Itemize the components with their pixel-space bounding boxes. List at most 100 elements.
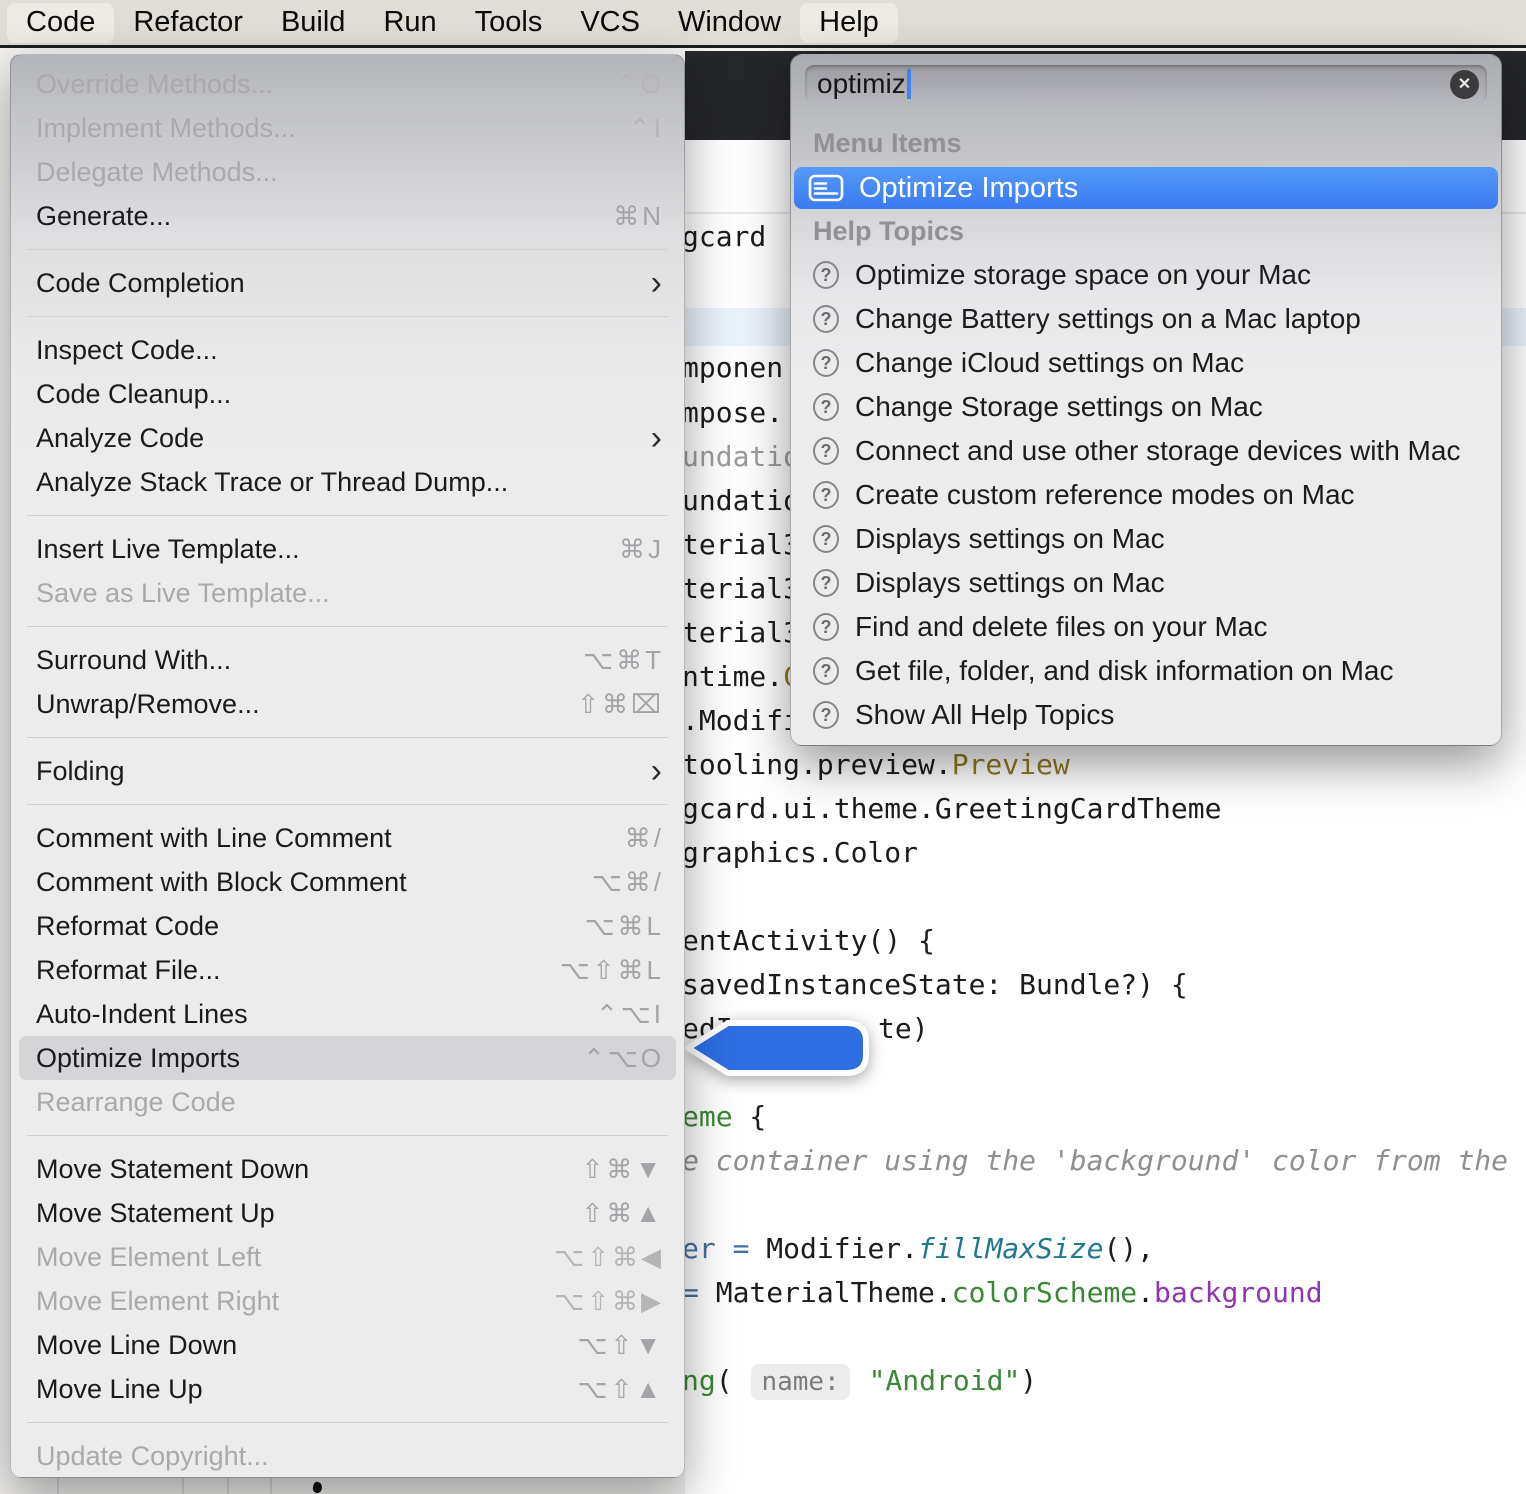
- menu-item-shortcut: ⌥⇧▼: [578, 1330, 664, 1361]
- menubar-item-refactor[interactable]: Refactor: [114, 3, 262, 43]
- help-topic-get-file-folder-and-disk-information-on-mac[interactable]: ?Get file, folder, and disk information …: [791, 649, 1501, 693]
- code-line: te): [878, 1012, 929, 1046]
- question-mark-icon: ?: [813, 701, 839, 729]
- menu-item-label: Move Statement Down: [36, 1154, 581, 1185]
- menu-item-label: Move Line Down: [36, 1330, 578, 1361]
- code-menu-item-move-statement-up[interactable]: Move Statement Up⇧⌘▲: [11, 1191, 684, 1235]
- menu-item-label: Inspect Code...: [36, 335, 664, 366]
- help-topic-label: Create custom reference modes on Mac: [855, 479, 1355, 511]
- code-line: terial3: [682, 616, 800, 650]
- menu-item-shortcut: ⌃⌥I: [596, 999, 664, 1030]
- help-topic-displays-settings-on-mac[interactable]: ?Displays settings on Mac: [791, 561, 1501, 605]
- code-line: e container using the 'background' color…: [682, 1144, 1526, 1178]
- help-topic-create-custom-reference-modes-on-mac[interactable]: ? Create custom reference modes on Mac: [791, 473, 1501, 517]
- code-menu-item-code-completion[interactable]: Code Completion›: [11, 261, 684, 305]
- menubar-item-run[interactable]: Run: [364, 3, 455, 43]
- menu-item-label: Unwrap/Remove...: [36, 689, 577, 720]
- code-menu-item-optimize-imports[interactable]: Optimize Imports⌃⌥O: [19, 1036, 676, 1080]
- code-menu-item-reformat-code[interactable]: Reformat Code⌥⌘L: [11, 904, 684, 948]
- help-search-field[interactable]: optimiz ✕: [805, 65, 1487, 103]
- help-topic-label: Find and delete files on your Mac: [855, 611, 1267, 643]
- code-menu-item-comment-with-block-comment[interactable]: Comment with Block Comment⌥⌘/: [11, 860, 684, 904]
- code-menu-item-insert-live-template[interactable]: Insert Live Template...⌘J: [11, 527, 684, 571]
- menu-item-shortcut: ⌥⇧⌘L: [560, 955, 664, 986]
- code-menu-item-move-line-down[interactable]: Move Line Down⌥⇧▼: [11, 1323, 684, 1367]
- menu-item-label: Generate...: [36, 201, 613, 232]
- code-line: = MaterialTheme.colorScheme.background: [682, 1276, 1323, 1310]
- menu-separator: [11, 726, 684, 749]
- code-menu-item-auto-indent-lines[interactable]: Auto-Indent Lines⌃⌥I: [11, 992, 684, 1036]
- help-topic-connect-and-use-other-storage-devices-with-mac[interactable]: ?Connect and use other storage devices w…: [791, 429, 1501, 473]
- code-menu-item-unwrap-remove[interactable]: Unwrap/Remove...⇧⌘⌧: [11, 682, 684, 726]
- help-topic-label: Displays settings on Mac: [855, 567, 1165, 599]
- menu-item-label: Code Completion: [36, 268, 651, 299]
- code-menu-item-delegate-methods: Delegate Methods...: [11, 150, 684, 194]
- menu-separator: [11, 793, 684, 816]
- menubar-item-vcs[interactable]: VCS: [561, 3, 659, 43]
- code-menu-item-comment-with-line-comment[interactable]: Comment with Line Comment⌘/: [11, 816, 684, 860]
- help-topic-change-storage-settings-on-mac[interactable]: ?Change Storage settings on Mac: [791, 385, 1501, 429]
- code-menu-item-reformat-file[interactable]: Reformat File...⌥⇧⌘L: [11, 948, 684, 992]
- search-result-label: Optimize Imports: [859, 172, 1078, 205]
- menu-item-label: Move Element Left: [36, 1242, 554, 1273]
- menubar-item-window[interactable]: Window: [659, 3, 800, 43]
- help-topic-displays-settings-on-mac[interactable]: ?Displays settings on Mac: [791, 517, 1501, 561]
- question-mark-icon: ?: [813, 481, 839, 509]
- question-mark-icon: ?: [813, 349, 839, 377]
- help-topic-change-battery-settings-on-a-mac-laptop[interactable]: ?Change Battery settings on a Mac laptop: [791, 297, 1501, 341]
- menu-separator: [11, 1124, 684, 1147]
- code-line: savedInstanceState: Bundle?) {: [682, 968, 1188, 1002]
- help-topic-show-all-help-topics[interactable]: ? Show All Help Topics: [791, 693, 1501, 737]
- menu-items-header: Menu Items: [791, 123, 1501, 163]
- question-mark-icon: ?: [813, 261, 839, 289]
- menu-item-label: Delegate Methods...: [36, 157, 664, 188]
- help-topic-label: Displays settings on Mac: [855, 523, 1165, 555]
- menu-item-label: Surround With...: [36, 645, 583, 676]
- code-menu-item-move-statement-down[interactable]: Move Statement Down⇧⌘▼: [11, 1147, 684, 1191]
- menu-item-label: Reformat Code: [36, 911, 585, 942]
- code-menu-item-rearrange-code: Rearrange Code: [11, 1080, 684, 1124]
- menu-separator: [11, 615, 684, 638]
- menubar-item-tools[interactable]: Tools: [456, 3, 562, 43]
- code-menu-item-move-line-up[interactable]: Move Line Up⌥⇧▲: [11, 1367, 684, 1411]
- menu-item-label: Insert Live Template...: [36, 534, 619, 565]
- question-mark-icon: ?: [813, 657, 839, 685]
- screen: gcardmponenmpose.undatioundatioterial3te…: [0, 0, 1526, 1494]
- search-query-text: optimiz: [817, 68, 906, 100]
- help-topic-label: Show All Help Topics: [855, 699, 1114, 731]
- code-menu-item-save-as-live-template: Save as Live Template...: [11, 571, 684, 615]
- menu-item-label: Implement Methods...: [36, 113, 629, 144]
- help-topics-list: ?Optimize storage space on your Mac?Chan…: [791, 253, 1501, 737]
- menubar-item-code[interactable]: Code: [7, 3, 114, 43]
- menu-separator: [11, 1411, 684, 1434]
- code-menu-item-surround-with[interactable]: Surround With...⌥⌘T: [11, 638, 684, 682]
- menu-item-shortcut: ⇧⌘▼: [581, 1154, 664, 1185]
- code-line: ng( name: "Android"): [682, 1364, 1037, 1400]
- code-line: eme {: [682, 1100, 766, 1134]
- menubar-item-help[interactable]: Help: [800, 3, 898, 43]
- code-menu-item-analyze-code[interactable]: Analyze Code›: [11, 416, 684, 460]
- code-line: entActivity() {: [682, 924, 935, 958]
- menu-card-icon: [808, 174, 844, 202]
- menubar-item-build[interactable]: Build: [262, 3, 365, 43]
- menu-item-shortcut: ⇧⌘⌧: [577, 689, 664, 720]
- menu-separator: [11, 305, 684, 328]
- code-line: undatio: [682, 484, 800, 518]
- clear-search-button[interactable]: ✕: [1450, 70, 1479, 99]
- menu-item-label: Move Statement Up: [36, 1198, 581, 1229]
- code-menu-item-code-cleanup[interactable]: Code Cleanup...: [11, 372, 684, 416]
- code-menu: Override Methods...⌃OImplement Methods..…: [10, 54, 685, 1478]
- help-topic-optimize-storage-space-on-your-mac[interactable]: ?Optimize storage space on your Mac: [791, 253, 1501, 297]
- search-result-optimize-imports[interactable]: Optimize Imports: [794, 167, 1498, 209]
- code-menu-item-analyze-stack-trace-or-thread-dump[interactable]: Analyze Stack Trace or Thread Dump...: [11, 460, 684, 504]
- code-menu-item-generate[interactable]: Generate...⌘N: [11, 194, 684, 238]
- parameter-hint-badge: name:: [751, 1364, 849, 1400]
- menu-item-label: Move Line Up: [36, 1374, 578, 1405]
- menu-item-shortcut: ⌃⌥O: [583, 1043, 664, 1074]
- menu-item-shortcut: ⌥⌘T: [583, 645, 664, 676]
- help-topic-find-and-delete-files-on-your-mac[interactable]: ?Find and delete files on your Mac: [791, 605, 1501, 649]
- code-menu-item-inspect-code[interactable]: Inspect Code...: [11, 328, 684, 372]
- help-topic-change-icloud-settings-on-mac[interactable]: ?Change iCloud settings on Mac: [791, 341, 1501, 385]
- code-menu-item-folding[interactable]: Folding›: [11, 749, 684, 793]
- menu-item-shortcut: ⇧⌘▲: [581, 1198, 664, 1229]
